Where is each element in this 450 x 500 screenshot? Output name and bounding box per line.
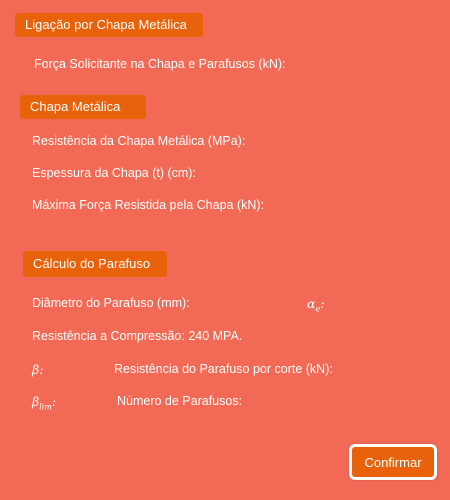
- diametro-parafuso-label: Diâmetro do Parafuso (mm):: [32, 296, 190, 310]
- resistencia-compressao-label: Resistência a Compressão: 240 MPA.: [32, 329, 243, 343]
- resistencia-corte-label: Resistência do Parafuso por corte (kN):: [114, 362, 333, 376]
- numero-parafusos-label: Número de Parafusos:: [117, 394, 243, 408]
- maxima-forca-label: Máxima Força Resistida pela Chapa (kN):: [32, 198, 265, 212]
- alpha-suffix: :: [320, 296, 325, 311]
- beta-label: β:: [32, 362, 44, 377]
- espessura-chapa-label: Espessura da Chapa (t) (cm):: [32, 166, 196, 180]
- beta-lim-suffix: :: [51, 394, 57, 409]
- forca-solicitante-label: Força Solicitante na Chapa e Parafusos (…: [34, 57, 286, 71]
- calculation-form: { "sections": { "chapa_ligacao": { "titl…: [0, 0, 450, 500]
- beta-lim-subscript: lim: [39, 402, 52, 412]
- section-header-ligacao: Ligação por Chapa Metálica: [15, 13, 203, 37]
- confirm-button[interactable]: Confirmar: [349, 444, 437, 480]
- section-header-chapa-metalica: Chapa Metálica: [20, 95, 146, 119]
- beta-lim-label: βlim:: [32, 394, 56, 412]
- section-header-parafuso: Cálculo do Parafuso: [23, 251, 167, 277]
- alpha-e-label: αe:: [307, 296, 324, 314]
- resistencia-chapa-label: Resistência da Chapa Metálica (MPa):: [32, 134, 246, 148]
